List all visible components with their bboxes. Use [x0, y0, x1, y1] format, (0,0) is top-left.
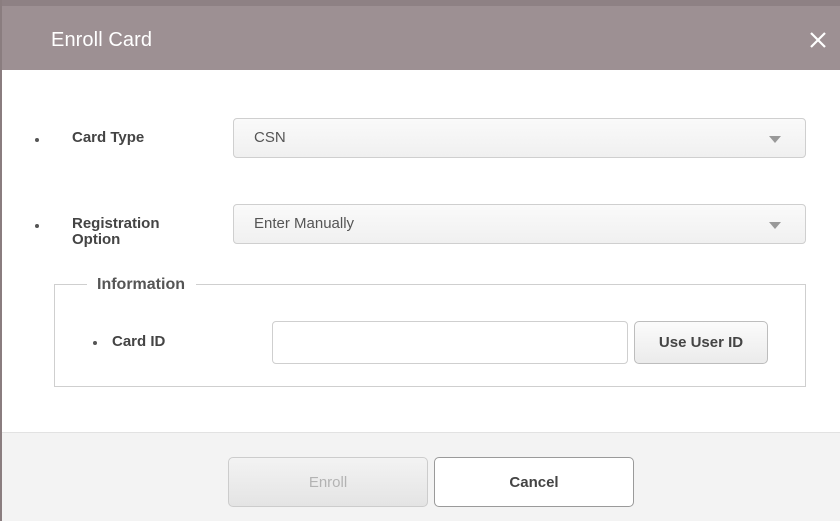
registration-option-label-line2: Option — [72, 231, 121, 248]
enroll-button[interactable]: Enroll — [228, 457, 428, 507]
dialog-title: Enroll Card — [51, 29, 153, 51]
registration-option-label-line1: Registration — [72, 215, 160, 232]
information-legend: Information — [87, 275, 196, 295]
close-icon — [806, 28, 830, 52]
card-type-value: CSN — [254, 129, 286, 146]
dialog-footer: Enroll Cancel — [2, 432, 840, 521]
card-type-bullet — [35, 138, 39, 142]
cancel-button[interactable]: Cancel — [434, 457, 634, 507]
card-type-label: Card Type — [72, 129, 145, 146]
registration-option-value: Enter Manually — [254, 215, 355, 232]
dialog-titlebar: Enroll Card — [2, 0, 840, 70]
card-id-label: Card ID — [112, 333, 166, 350]
card-id-bullet — [93, 341, 97, 345]
close-button[interactable] — [806, 28, 830, 52]
use-user-id-button[interactable]: Use User ID — [634, 321, 768, 364]
chevron-down-icon — [769, 136, 781, 143]
registration-option-select[interactable]: Enter Manually — [233, 204, 806, 244]
enroll-card-dialog: Enroll Card Card Type CSN Registration O… — [0, 0, 840, 521]
card-id-input[interactable] — [272, 321, 628, 364]
registration-option-label: Registration Option — [72, 216, 160, 248]
registration-option-bullet — [35, 224, 39, 228]
card-type-select[interactable]: CSN — [233, 118, 806, 158]
chevron-down-icon — [769, 222, 781, 229]
